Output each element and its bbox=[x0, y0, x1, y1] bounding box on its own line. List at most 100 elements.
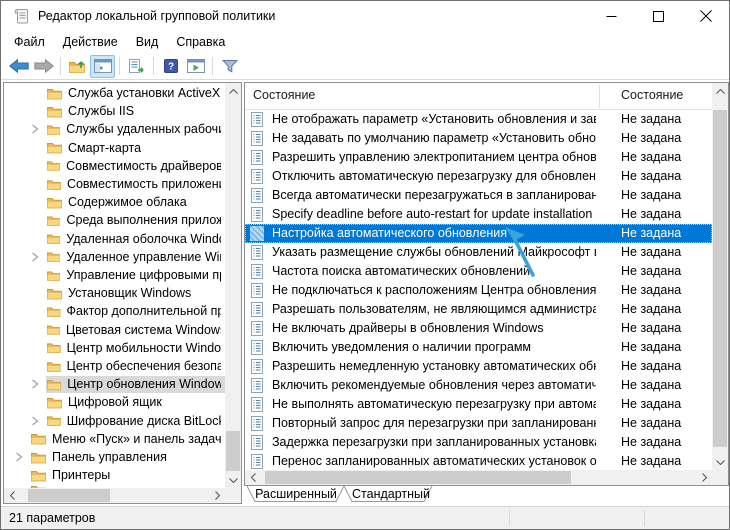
tree-item[interactable]: Шифрование диска BitLocker bbox=[4, 412, 225, 430]
tree-vertical-scrollbar[interactable] bbox=[225, 83, 241, 488]
tree-item-body[interactable]: Удаленное управление Windo bbox=[46, 248, 225, 265]
tree-item-body[interactable]: Шифрование диска BitLocker bbox=[46, 412, 225, 429]
expand-chevron[interactable] bbox=[8, 452, 30, 462]
tree-item-body[interactable]: Цифровой ящик bbox=[46, 394, 166, 411]
tree-item[interactable]: Удаленное управление Windo bbox=[4, 248, 225, 266]
list-row[interactable]: Повторный запрос для перезагрузки при за… bbox=[245, 414, 712, 433]
tree-item[interactable]: Совместимость драйверов и у bbox=[4, 157, 225, 175]
tree-item[interactable]: Службы удаленных рабочих с bbox=[4, 120, 225, 138]
policy-window-button[interactable] bbox=[183, 55, 208, 78]
chevron-right-icon[interactable] bbox=[31, 379, 39, 389]
tab-extended[interactable]: Расширенный bbox=[255, 487, 337, 501]
tree-item[interactable]: Служба установки ActiveX bbox=[4, 84, 225, 102]
tree-item-body[interactable]: Управление цифровыми прав bbox=[46, 267, 225, 284]
list-row[interactable]: Не включать драйверы в обновления Window… bbox=[245, 319, 712, 338]
chevron-right-icon[interactable] bbox=[15, 452, 23, 462]
tree-item-body[interactable]: Совместимость приложений bbox=[46, 176, 225, 193]
up-one-level-button[interactable] bbox=[65, 55, 90, 78]
expand-chevron[interactable] bbox=[24, 124, 46, 134]
column-header-name[interactable]: Состояние bbox=[253, 88, 315, 102]
list-vscroll-thumb[interactable] bbox=[713, 110, 727, 447]
tree-item[interactable]: Среда выполнения приложен bbox=[4, 211, 225, 229]
minimize-button[interactable] bbox=[588, 1, 635, 31]
filter-button[interactable] bbox=[217, 55, 242, 78]
tree-hscroll-thumb[interactable] bbox=[28, 489, 110, 502]
tree-item[interactable]: Управление цифровыми прав bbox=[4, 266, 225, 284]
expand-chevron[interactable] bbox=[24, 416, 46, 426]
tree-item-body[interactable]: Панель управления bbox=[30, 449, 171, 466]
tree-item-body[interactable]: Центр обеспечения безопасн bbox=[46, 358, 225, 375]
tree-item[interactable]: Центр мобильности Windows bbox=[4, 339, 225, 357]
list-row[interactable]: Разрешать пользователям, не являющимся а… bbox=[245, 300, 712, 319]
chevron-right-icon[interactable] bbox=[31, 124, 39, 134]
column-divider[interactable] bbox=[599, 85, 600, 108]
column-header-state[interactable]: Состояние bbox=[621, 88, 683, 102]
tree-item-body[interactable]: Удаленная оболочка Windows bbox=[46, 230, 225, 247]
list-row[interactable]: Включить уведомления о наличии программН… bbox=[245, 338, 712, 357]
tree-item[interactable]: Цифровой ящик bbox=[4, 393, 225, 411]
list-row[interactable]: Указать размещение службы обновлений Май… bbox=[245, 243, 712, 262]
menu-help[interactable]: Справка bbox=[167, 32, 234, 52]
tree-item-body[interactable]: Среда выполнения приложен bbox=[46, 212, 225, 229]
expand-chevron[interactable] bbox=[24, 252, 46, 262]
list-hscroll-thumb[interactable] bbox=[265, 471, 571, 484]
menu-action[interactable]: Действие bbox=[54, 32, 127, 52]
help-button[interactable]: ? bbox=[158, 55, 183, 78]
tree-item-body[interactable]: Содержимое облака bbox=[46, 194, 191, 211]
list-row[interactable]: Задержка перезагрузки при запланированны… bbox=[245, 433, 712, 452]
tree-item-body[interactable]: Службы удаленных рабочих с bbox=[46, 121, 225, 138]
tree-item[interactable]: Центр обновления Windows bbox=[4, 375, 225, 393]
list-row[interactable]: Не задавать по умолчанию параметр «Устан… bbox=[245, 129, 712, 148]
list-row[interactable]: Разрешить управлению электропитанием цен… bbox=[245, 148, 712, 167]
scroll-down-arrow-icon[interactable] bbox=[712, 454, 728, 470]
scroll-left-arrow-icon[interactable] bbox=[4, 488, 20, 503]
chevron-right-icon[interactable] bbox=[31, 416, 39, 426]
tree-item[interactable]: Смарт-карта bbox=[4, 139, 225, 157]
tree-item[interactable]: Центр обеспечения безопасн bbox=[4, 357, 225, 375]
scroll-up-arrow-icon[interactable] bbox=[225, 83, 241, 99]
list-vertical-scrollbar[interactable] bbox=[712, 83, 728, 470]
tree-item[interactable]: Установщик Windows bbox=[4, 284, 225, 302]
list-row[interactable]: Не отображать параметр «Установить обнов… bbox=[245, 110, 712, 129]
list-row[interactable]: Частота поиска автоматических обновлений… bbox=[245, 262, 712, 281]
tree-item[interactable]: Панель управления bbox=[4, 448, 225, 466]
list-row[interactable]: Включить рекомендуемые обновления через … bbox=[245, 376, 712, 395]
tree-item[interactable]: Меню «Пуск» и панель задач bbox=[4, 430, 225, 448]
export-list-button[interactable] bbox=[124, 55, 149, 78]
scroll-right-arrow-icon[interactable] bbox=[696, 470, 712, 485]
tree-item[interactable]: Содержимое облака bbox=[4, 193, 225, 211]
tree-item-body[interactable]: Службы IIS bbox=[46, 103, 138, 120]
tree-item-body[interactable]: Меню «Пуск» и панель задач bbox=[30, 430, 225, 447]
chevron-right-icon[interactable] bbox=[31, 252, 39, 262]
list-row[interactable]: Настройка автоматического обновленияНе з… bbox=[245, 224, 712, 243]
tree-item-body[interactable]: Фактор дополнительной пров bbox=[46, 303, 225, 320]
forward-button[interactable] bbox=[31, 55, 56, 78]
list-row[interactable]: Отключить автоматическую перезагрузку дл… bbox=[245, 167, 712, 186]
menu-file[interactable]: Файл bbox=[5, 32, 54, 52]
scroll-right-arrow-icon[interactable] bbox=[209, 488, 225, 503]
tree-item[interactable]: Совместимость приложений bbox=[4, 175, 225, 193]
tree-item-body[interactable]: Служба установки ActiveX bbox=[46, 85, 224, 102]
menu-view[interactable]: Вид bbox=[127, 32, 168, 52]
list-row[interactable]: Всегда автоматически перезагружаться в з… bbox=[245, 186, 712, 205]
tab-standard[interactable]: Стандартный bbox=[352, 487, 425, 501]
list-row[interactable]: Не выполнять автоматическую перезагрузку… bbox=[245, 395, 712, 414]
tree-item-body[interactable]: Цветовая система Windows Co bbox=[46, 321, 225, 338]
tree-item[interactable]: Службы IIS bbox=[4, 102, 225, 120]
close-button[interactable] bbox=[682, 1, 729, 31]
tree-item[interactable]: Цветовая система Windows Co bbox=[4, 321, 225, 339]
tree-vscroll-thumb[interactable] bbox=[226, 431, 240, 471]
list-row[interactable]: Specify deadline before auto-restart for… bbox=[245, 205, 712, 224]
list-row[interactable]: Не подключаться к расположениям Центра о… bbox=[245, 281, 712, 300]
tree-item[interactable]: Удаленная оболочка Windows bbox=[4, 230, 225, 248]
tree-item-body[interactable]: Центр мобильности Windows bbox=[46, 339, 225, 356]
scroll-left-arrow-icon[interactable] bbox=[245, 470, 261, 485]
maximize-button[interactable] bbox=[635, 1, 682, 31]
scroll-down-arrow-icon[interactable] bbox=[225, 472, 241, 488]
tree-horizontal-scrollbar[interactable] bbox=[4, 488, 225, 503]
list-horizontal-scrollbar[interactable] bbox=[245, 470, 712, 485]
expand-chevron[interactable] bbox=[24, 379, 46, 389]
console-tree-button[interactable] bbox=[90, 55, 115, 78]
tree-item[interactable]: Фактор дополнительной пров bbox=[4, 302, 225, 320]
list-row[interactable]: Разрешить немедленную установку автомати… bbox=[245, 357, 712, 376]
